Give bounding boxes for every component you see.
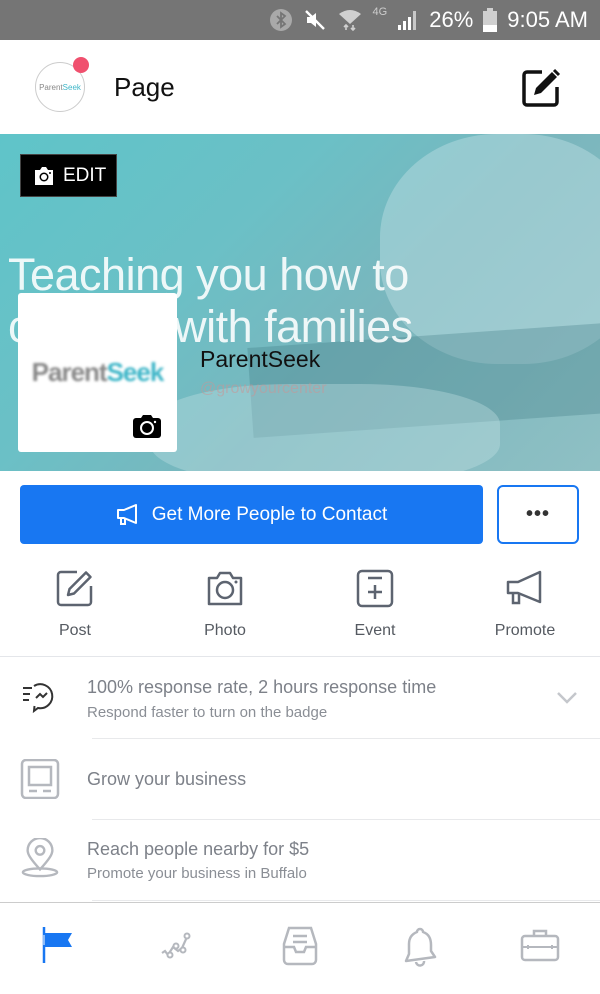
camera-icon [35, 166, 53, 185]
network-type: 4G [372, 6, 388, 18]
notification-dot [73, 57, 89, 73]
action-event-label: Event [354, 622, 396, 639]
briefcase-icon [520, 929, 560, 961]
action-post-label: Post [58, 622, 91, 639]
bell-icon [404, 927, 437, 967]
list-item-primary: 100% response rate, 2 hours response tim… [87, 677, 437, 697]
app-header: Parent Seek Page [0, 40, 600, 134]
tab-page[interactable] [0, 903, 120, 994]
cta-row: Get More People to Contact ••• [0, 484, 600, 544]
chevron-down-icon[interactable] [555, 685, 579, 709]
logo-text-parent: Parent [31, 357, 108, 387]
battery-percent: 26% [429, 7, 474, 32]
camera-icon [207, 571, 243, 606]
action-promote[interactable]: Promote [450, 568, 600, 654]
page-handle: @growyourcenter [200, 380, 327, 397]
tab-notifications[interactable] [360, 903, 480, 994]
divider [92, 900, 600, 901]
edit-profile-picture-button[interactable] [133, 414, 161, 438]
monitor-icon [20, 759, 60, 799]
more-options-button[interactable]: ••• [497, 485, 579, 544]
tab-insights[interactable] [120, 903, 240, 994]
list-item-secondary: Promote your business in Buffalo [87, 865, 307, 882]
bottom-tab-bar [0, 902, 600, 994]
cta-label: Get More People to Contact [151, 503, 388, 525]
page-title: Page [114, 72, 175, 102]
megaphone-icon [116, 503, 137, 525]
quick-actions: Post Photo Event Promote [0, 568, 600, 654]
edit-cover-label: EDIT [63, 164, 107, 186]
camera-icon [133, 415, 161, 438]
status-bar: 4G 26% 9:05 AM [0, 0, 600, 40]
list-item-primary: Reach people nearby for $5 [87, 839, 310, 859]
list-item-primary: Grow your business [87, 769, 247, 789]
compose-button[interactable] [520, 67, 562, 109]
tab-inbox[interactable] [240, 903, 360, 994]
edit-cover-button[interactable]: EDIT [20, 154, 117, 197]
location-pin-icon [21, 838, 59, 878]
compose-icon [522, 68, 561, 107]
flag-icon [42, 926, 72, 963]
list-item-response-rate[interactable]: 100% response rate, 2 hours response tim… [0, 657, 600, 738]
list-item-secondary: Respond faster to turn on the badge [87, 704, 328, 721]
avatar-text-seek: Seek [62, 82, 81, 92]
wifi-icon [337, 8, 363, 32]
action-post[interactable]: Post [0, 568, 150, 654]
clock: 9:05 AM [507, 7, 588, 32]
action-photo[interactable]: Photo [150, 568, 300, 654]
inbox-icon [282, 926, 318, 965]
megaphone-icon [506, 570, 542, 605]
action-event[interactable]: Event [300, 568, 450, 654]
get-more-contacts-button[interactable]: Get More People to Contact [20, 485, 483, 544]
list-item-reach-nearby[interactable]: Reach people nearby for $5 Promote your … [0, 820, 600, 900]
tab-tools[interactable] [480, 903, 600, 994]
list-item-grow-business[interactable]: Grow your business [0, 739, 600, 819]
page-name: ParentSeek [200, 346, 321, 372]
avatar-text-parent: Parent [39, 82, 63, 92]
fast-response-icon [23, 683, 54, 714]
insights-icon [161, 932, 191, 958]
mute-icon [303, 8, 327, 32]
calendar-plus-icon [356, 569, 394, 608]
compose-icon [56, 570, 93, 607]
battery-icon [483, 8, 498, 32]
action-promote-label: Promote [494, 622, 556, 639]
profile-picture[interactable]: ParentSeek [18, 293, 177, 452]
profile-logo: ParentSeek [31, 357, 165, 388]
logo-text-seek: Seek [106, 357, 165, 387]
bluetooth-icon [269, 8, 293, 32]
action-photo-label: Photo [204, 622, 246, 639]
cover-photo: Teaching you how to connect with familie… [0, 134, 600, 471]
signal-icon [397, 9, 419, 31]
